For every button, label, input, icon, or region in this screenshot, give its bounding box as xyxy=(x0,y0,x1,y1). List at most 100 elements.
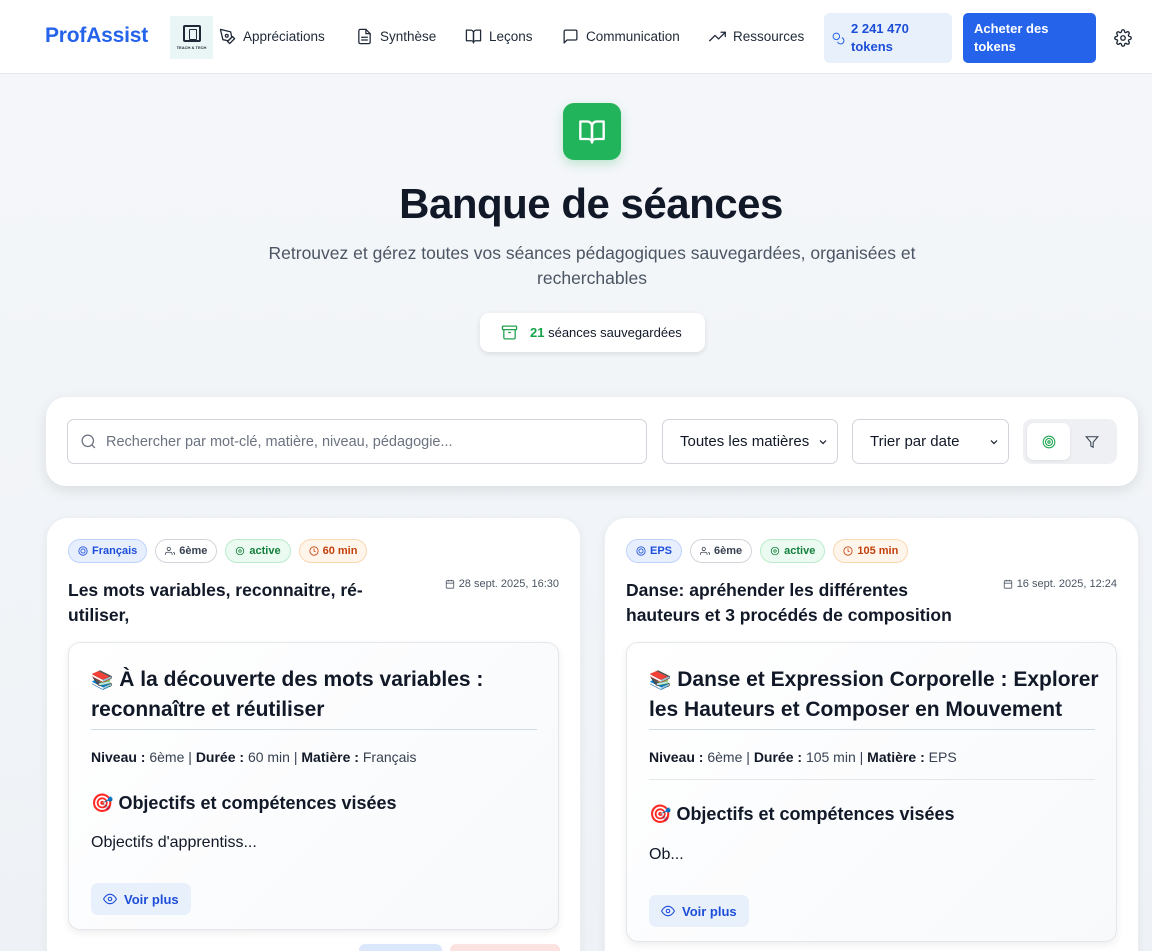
status-label: active xyxy=(784,545,816,557)
niveau-label: Niveau : xyxy=(91,749,146,765)
session-title: Les mots variables, reconnaitre, ré-util… xyxy=(68,580,363,625)
search-input[interactable] xyxy=(106,433,626,450)
niveau-value: 6ème xyxy=(149,749,185,765)
pen-icon xyxy=(219,28,236,45)
calendar-icon xyxy=(445,579,454,589)
preview-meta: Niveau : 6ème | Durée : 60 min | Matière… xyxy=(91,749,417,765)
subject-select[interactable]: Toutes les matières xyxy=(662,419,838,464)
users-icon xyxy=(700,546,711,555)
token-unit: tokens xyxy=(851,39,893,54)
nav-item-communication[interactable]: Communication xyxy=(562,28,680,45)
session-preview: 📚 À la découverte des mots variables : r… xyxy=(68,642,559,930)
session-card[interactable]: EPS 6ème active 105 min Danse: apréhende… xyxy=(604,517,1139,951)
see-more-button[interactable]: Voir plus xyxy=(91,883,191,915)
search-box[interactable] xyxy=(67,419,647,464)
view-toggle-group xyxy=(1023,419,1117,464)
duree-value: 60 min xyxy=(247,749,290,765)
duration-badge: 60 min xyxy=(298,539,368,563)
matiere-label: Matière : xyxy=(301,749,359,765)
nav-label: Leçons xyxy=(489,29,533,44)
preview-meta: Niveau : 6ème | Durée : 105 min | Matièr… xyxy=(649,749,957,765)
token-count: 2 241 470 xyxy=(851,21,909,36)
tag-row: EPS 6ème active 105 min xyxy=(626,539,909,563)
target-view-toggle[interactable] xyxy=(1027,423,1070,460)
duration-label: 60 min xyxy=(322,545,358,557)
matiere-value: EPS xyxy=(928,749,957,765)
sort-select-value: Trier par date xyxy=(870,433,960,450)
delete-button[interactable] xyxy=(450,944,560,951)
duree-value: 105 min xyxy=(805,749,856,765)
objectives-text: Ob... xyxy=(649,846,684,863)
session-date-text: 28 sept. 2025, 16:30 xyxy=(458,578,559,590)
chevron-down-icon xyxy=(819,439,827,444)
nav-item-lecons[interactable]: Leçons xyxy=(465,28,533,45)
objectives-heading: 🎯 Objectifs et compétences visées xyxy=(649,804,955,825)
matiere-value: Français xyxy=(362,749,417,765)
logo-mark-icon xyxy=(182,25,201,42)
session-card[interactable]: Français 6ème active 60 min Les mots var… xyxy=(46,517,581,951)
book-open-icon xyxy=(579,119,605,144)
books-icon: 📚 xyxy=(649,670,672,691)
nav-label: Communication xyxy=(586,29,680,44)
calendar-icon xyxy=(1003,579,1012,589)
subject-label: EPS xyxy=(650,545,673,557)
nav-label: Synthèse xyxy=(380,29,437,44)
buy-tokens-button[interactable]: Acheter des tokens xyxy=(963,13,1096,63)
gear-icon xyxy=(1114,29,1132,47)
duree-label: Durée : xyxy=(195,749,245,765)
page-title: Banque de séances xyxy=(399,180,783,227)
nav-item-ressources[interactable]: Ressources xyxy=(709,28,804,45)
buy-label-2: tokens xyxy=(974,39,1016,54)
see-more-button[interactable]: Voir plus xyxy=(649,895,749,927)
target-icon xyxy=(636,546,646,556)
nav-item-appreciations[interactable]: Appréciations xyxy=(219,28,325,45)
filter-panel: Toutes les matières Trier par date xyxy=(46,397,1138,486)
status-label: active xyxy=(249,545,281,557)
nav-label: Ressources xyxy=(733,29,805,44)
hero-badge xyxy=(563,103,621,160)
filter-icon xyxy=(1084,435,1099,448)
clock-icon xyxy=(843,546,853,556)
matiere-label: Matière : xyxy=(867,749,925,765)
duration-badge: 105 min xyxy=(833,539,909,563)
logo-caption: TEACH & TECH xyxy=(176,45,207,50)
books-icon: 📚 xyxy=(91,670,114,691)
subject-select-value: Toutes les matières xyxy=(680,433,810,450)
sort-select[interactable]: Trier par date xyxy=(852,419,1009,464)
target-icon xyxy=(78,546,88,556)
preview-heading-text: Danse et Expression Corporelle : Explore… xyxy=(649,668,1099,721)
page-subtitle: Retrouvez et gérez toutes vos séances pé… xyxy=(268,243,916,288)
level-badge: 6ème xyxy=(155,539,218,563)
objectives-heading: 🎯 Objectifs et compétences visées xyxy=(91,793,397,814)
divider xyxy=(91,729,537,730)
users-icon xyxy=(165,546,176,555)
buy-label-1: Acheter des xyxy=(974,21,1049,36)
archive-icon xyxy=(501,325,518,340)
level-label: 6ème xyxy=(179,545,208,557)
preview-heading: 📚 Danse et Expression Corporelle : Explo… xyxy=(649,665,1099,724)
divider xyxy=(649,729,1095,730)
settings-button[interactable] xyxy=(1114,29,1132,47)
token-balance[interactable]: 2 241 470 tokens xyxy=(824,13,952,63)
book-open-icon xyxy=(465,29,482,44)
edit-button[interactable] xyxy=(359,944,442,951)
see-more-label: Voir plus xyxy=(682,903,737,919)
document-icon xyxy=(358,28,371,45)
tag-row: Français 6ème active 60 min xyxy=(68,539,368,563)
brand-logo[interactable]: ProfAssist xyxy=(45,24,148,48)
level-label: 6ème xyxy=(714,545,743,557)
clock-icon xyxy=(309,546,319,556)
filter-toggle[interactable] xyxy=(1070,423,1113,460)
niveau-value: 6ème xyxy=(707,749,743,765)
session-date-text: 16 sept. 2025, 12:24 xyxy=(1016,578,1117,590)
nav-item-synthese[interactable]: Synthèse xyxy=(356,28,436,45)
status-badge: active xyxy=(760,539,826,563)
session-date: 16 sept. 2025, 12:24 xyxy=(1003,578,1117,590)
level-badge: 6ème xyxy=(690,539,753,563)
gear-icon xyxy=(770,546,780,556)
subject-badge: Français xyxy=(68,539,148,563)
objectives-heading-text: Objectifs et compétences visées xyxy=(676,804,955,824)
eye-icon xyxy=(103,893,117,905)
subject-label: Français xyxy=(92,545,138,557)
session-title: Danse: apréhender les différentes hauteu… xyxy=(626,580,952,625)
